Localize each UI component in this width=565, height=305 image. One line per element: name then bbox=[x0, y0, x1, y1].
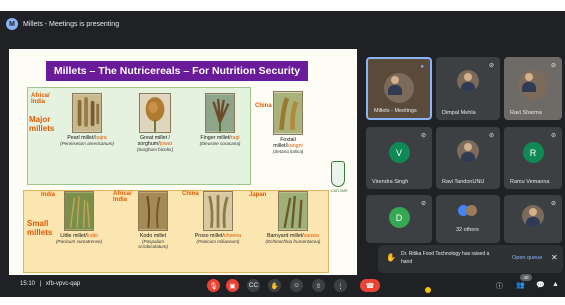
present-button[interactable]: ⇧ bbox=[312, 279, 325, 292]
emblem-caption: ICAR-IIMR bbox=[330, 189, 348, 193]
participant-tile[interactable]: ⊘ Ravi TandonUNU bbox=[436, 127, 500, 189]
kodo-millet-image bbox=[138, 191, 168, 231]
crop-scientific-name: (Pennisetum americanum) bbox=[60, 141, 114, 146]
more-options-button[interactable]: ⋮ bbox=[334, 279, 347, 292]
separator: | bbox=[39, 281, 42, 287]
icar-emblem-icon bbox=[331, 161, 345, 187]
meeting-info: 15:10 | xfb-vpvc-qap bbox=[20, 281, 80, 287]
captions-button[interactable]: CC bbox=[247, 279, 260, 292]
other-avatar bbox=[466, 205, 477, 216]
presenting-text: Millets - Meetings is presenting bbox=[23, 20, 120, 28]
mic-muted-icon: ⊘ bbox=[550, 201, 556, 207]
raised-hand-notification: ✋ Dr. Ritika Food Technology has raised … bbox=[378, 245, 563, 273]
meet-window: M Millets - Meetings is presenting Mille… bbox=[0, 11, 565, 297]
camera-off-button[interactable]: ▣ bbox=[226, 279, 239, 292]
foxtail-millet-image bbox=[273, 91, 303, 135]
crop-foxtail-millet: Foxtail millet/kangni (Setaria italica) bbox=[265, 91, 311, 154]
cursor-highlight bbox=[425, 287, 431, 293]
major-origin-label: Africa/ India bbox=[31, 93, 50, 105]
crop-scientific-name: (Panicum sumatrense) bbox=[55, 239, 103, 244]
mic-muted-icon: ⊘ bbox=[488, 133, 494, 139]
participant-name: Millets - Meetings bbox=[374, 108, 417, 114]
clock-time: 15:10 bbox=[20, 281, 36, 287]
end-call-button[interactable]: ☎ bbox=[360, 279, 380, 292]
participant-name: Ravi TandonUNU bbox=[442, 179, 485, 185]
raised-hand-icon: ✋ bbox=[386, 253, 396, 262]
major-millets-heading: Major millets bbox=[29, 115, 55, 133]
bottom-toolbar: 15:10 | xfb-vpvc-qap 🎙 ▣ CC ✋ ☺ ⇧ ⋮ ☎ ⓘ … bbox=[0, 274, 565, 297]
crop-finger-millet: Finger millet/ragi (Eleusine coracana) bbox=[197, 93, 243, 146]
participant-name: Dimpal Mehla bbox=[442, 110, 476, 116]
mic-muted-icon: ⊘ bbox=[488, 63, 494, 69]
presentation-slide: Millets – The Nutricereals – For Nutriti… bbox=[9, 49, 357, 275]
presenting-indicator[interactable]: M Millets - Meetings is presenting bbox=[6, 16, 119, 32]
crop-barnyard-millet: Barnyard millet/sanwa (Echinochloa frume… bbox=[265, 191, 321, 244]
speaking-indicator-icon: ● bbox=[420, 64, 424, 70]
proso-millet-image bbox=[203, 191, 233, 231]
participant-tile[interactable]: R ⊘ Ramu Vemanna bbox=[504, 127, 562, 189]
meeting-code: xfb-vpvc-qap bbox=[45, 281, 81, 287]
crop-name: Great millet / sorghum/jowar bbox=[137, 135, 173, 147]
participant-photo bbox=[518, 70, 548, 100]
sorghum-image bbox=[139, 93, 171, 133]
participant-avatar: R bbox=[522, 142, 544, 163]
activities-icon[interactable]: ▲ bbox=[552, 281, 559, 288]
barnyard-millet-origin: Japan bbox=[249, 192, 267, 198]
crop-scientific-name: (Echinochloa frumentacea) bbox=[265, 239, 321, 244]
crop-kodo-millet: Kodo millet (Paspalum scrobiculatum) bbox=[127, 191, 179, 250]
presenter-avatar: M bbox=[6, 18, 18, 30]
close-icon[interactable]: ✕ bbox=[551, 253, 558, 262]
small-millets-heading: Small millets bbox=[27, 219, 53, 237]
crop-name: Foxtail millet/kangni bbox=[273, 137, 303, 149]
little-millet-origin: India bbox=[41, 192, 56, 198]
mic-muted-icon: ⊘ bbox=[420, 133, 426, 139]
participant-photo bbox=[384, 73, 414, 103]
chat-icon[interactable]: 💬 bbox=[536, 281, 545, 289]
crop-scientific-name: (Setaria italica) bbox=[272, 149, 304, 154]
participant-tile[interactable]: ⊘ Ravi Sharma bbox=[504, 57, 562, 120]
mic-muted-icon: ⊘ bbox=[420, 201, 426, 207]
crop-scientific-name: (Eleusine coracana) bbox=[199, 141, 241, 146]
crop-proso-millet: Proso millet/cheena (Panicum miliaceum) bbox=[193, 191, 243, 244]
participant-tile[interactable]: ⊘ bbox=[504, 195, 562, 243]
barnyard-millet-image bbox=[278, 191, 308, 231]
mic-muted-icon: ⊘ bbox=[550, 133, 556, 139]
finger-millet-image bbox=[205, 93, 235, 133]
participant-avatar: V bbox=[388, 142, 410, 163]
participant-avatar: D bbox=[388, 207, 410, 228]
people-icon[interactable]: 👥 bbox=[516, 281, 525, 289]
mic-muted-icon: ⊘ bbox=[550, 63, 556, 69]
participant-tile[interactable]: V ⊘ Virendra Singh bbox=[366, 127, 432, 189]
crop-little-millet: Little millet/kutki (Panicum sumatrense) bbox=[55, 191, 103, 244]
others-count-label: 32 others bbox=[456, 227, 479, 233]
participant-name: Virendra Singh bbox=[372, 179, 409, 185]
participant-count-badge: 40 bbox=[520, 274, 532, 281]
crop-sorghum: Great millet / sorghum/jowar (Sorghum bi… bbox=[125, 93, 185, 152]
slide-title: Millets – The Nutricereals – For Nutriti… bbox=[46, 61, 308, 81]
participant-name: Ravi Sharma bbox=[510, 110, 542, 116]
crop-scientific-name: (Panicum miliaceum) bbox=[196, 239, 240, 244]
participant-photo bbox=[522, 205, 544, 227]
participant-name: Ramu Vemanna bbox=[510, 179, 550, 185]
pearl-millet-image bbox=[72, 93, 102, 133]
crop-scientific-name: (Sorghum bicolor) bbox=[136, 147, 174, 152]
participant-photo bbox=[457, 140, 479, 162]
reactions-button[interactable]: ☺ bbox=[290, 279, 303, 292]
crop-scientific-name: (Paspalum scrobiculatum) bbox=[138, 239, 168, 250]
raise-hand-button[interactable]: ✋ bbox=[268, 279, 281, 292]
info-icon[interactable]: ⓘ bbox=[496, 281, 503, 291]
participant-tile[interactable]: ● Millets - Meetings bbox=[366, 57, 432, 120]
others-tile[interactable]: 32 others bbox=[436, 195, 500, 243]
participant-tile[interactable]: D ⊘ bbox=[366, 195, 432, 243]
open-queue-link[interactable]: Open queue bbox=[512, 255, 542, 261]
crop-pearl-millet: Pearl millet/bajra (Pennisetum americanu… bbox=[59, 93, 115, 146]
participant-tile[interactable]: ⊘ Dimpal Mehla bbox=[436, 57, 500, 120]
participant-photo bbox=[457, 70, 479, 92]
mic-off-button[interactable]: 🎙 bbox=[207, 279, 220, 292]
little-millet-image bbox=[64, 191, 94, 231]
notification-message: Dr. Ritika Food Technology has raised a … bbox=[401, 251, 490, 265]
